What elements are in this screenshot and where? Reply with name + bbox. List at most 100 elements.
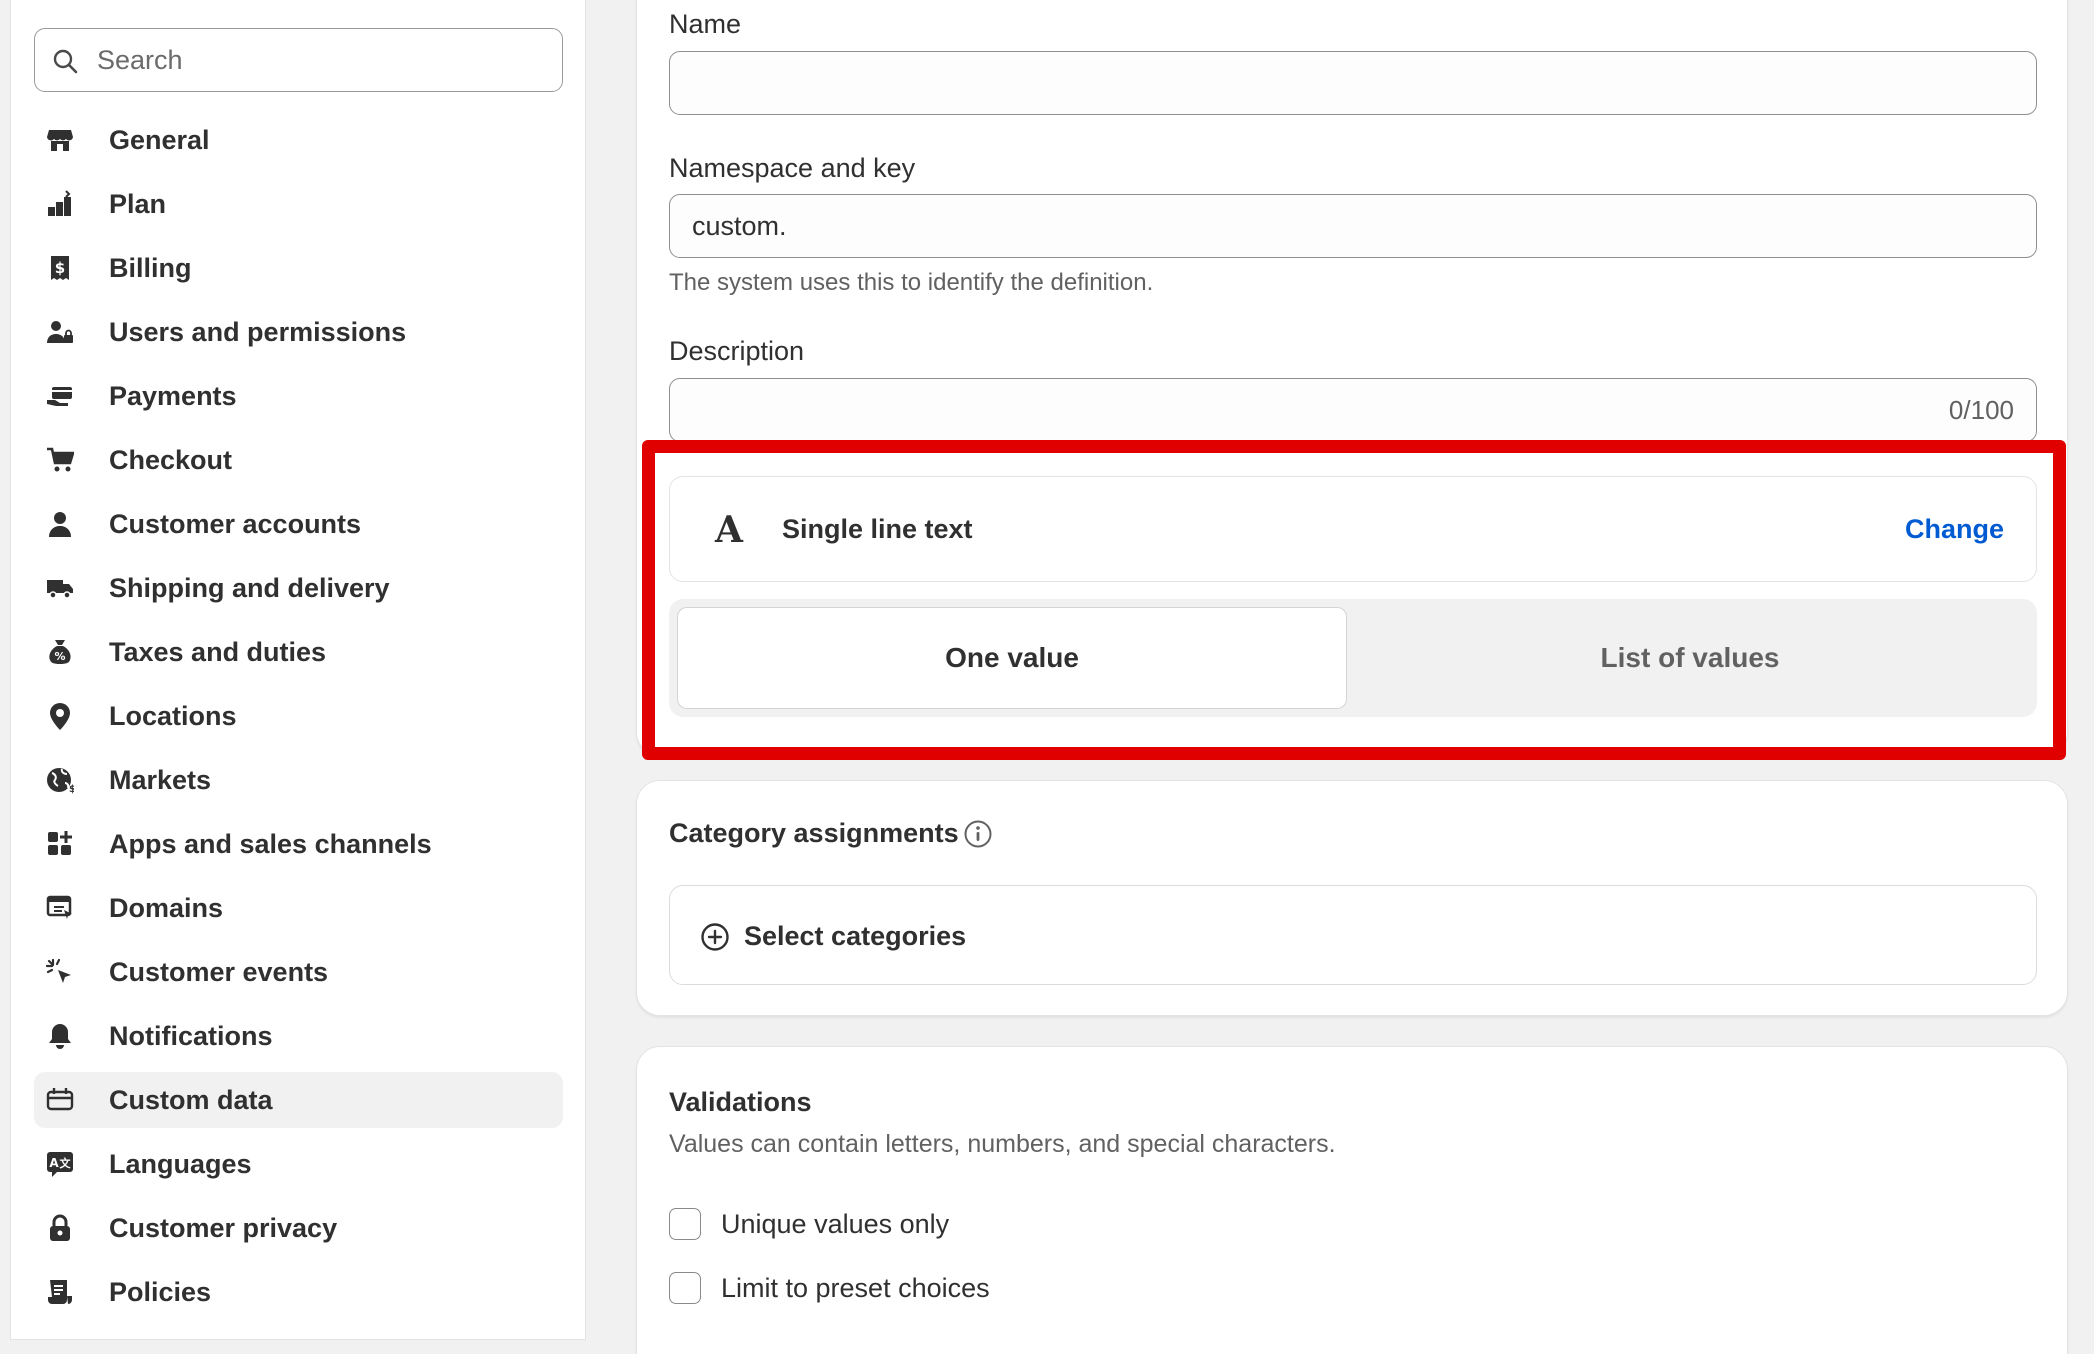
sidebar-item-domains[interactable]: Domains <box>34 880 563 936</box>
language-icon: A 文 <box>47 1152 73 1177</box>
namespace-input[interactable] <box>692 195 1892 257</box>
sidebar-item-payments[interactable]: Payments <box>34 368 563 424</box>
name-label: Name <box>669 9 742 39</box>
sidebar-item-label: Users and permissions <box>109 316 407 347</box>
settings-nav: General Plan $ Billing Users and permiss… <box>34 112 563 1328</box>
category-assignments-title: Category assignments <box>669 818 959 848</box>
preset-choices-label: Limit to preset choices <box>721 1272 990 1303</box>
svg-text:A: A <box>49 1156 59 1170</box>
name-input[interactable] <box>692 52 1892 114</box>
sidebar-item-label: Customer accounts <box>109 508 362 539</box>
validations-description: Values can contain letters, numbers, and… <box>669 1130 1336 1158</box>
description-input[interactable] <box>692 379 1892 441</box>
type-name: Single line text <box>782 514 973 544</box>
sidebar-item-customer-privacy[interactable]: Customer privacy <box>34 1200 563 1256</box>
store-icon <box>47 130 73 151</box>
namespace-help-text: The system uses this to identify the def… <box>669 269 1154 296</box>
sidebar-item-taxes[interactable]: % Taxes and duties <box>34 624 563 680</box>
name-field[interactable] <box>669 51 2037 115</box>
search-input[interactable] <box>97 29 537 91</box>
sidebar-item-label: Plan <box>109 188 167 219</box>
sidebar-item-general[interactable]: General <box>34 112 563 168</box>
globe-icon: $ <box>47 768 74 794</box>
location-pin-icon <box>50 703 70 730</box>
preset-choices-checkbox[interactable] <box>669 1272 701 1304</box>
sidebar-item-languages[interactable]: A 文 Languages <box>34 1136 563 1192</box>
sidebar-item-label: Domains <box>109 892 224 923</box>
description-label: Description <box>669 336 805 366</box>
search-icon <box>53 49 78 74</box>
description-field[interactable]: 0/100 <box>669 378 2037 442</box>
cursor-click-icon <box>46 958 71 983</box>
sidebar-item-customer-events[interactable]: Customer events <box>34 944 563 1000</box>
validations-title: Validations <box>669 1087 812 1117</box>
sidebar-item-billing[interactable]: $ Billing <box>34 240 563 296</box>
info-icon[interactable] <box>963 819 993 849</box>
sidebar-item-label: Notifications <box>109 1020 273 1051</box>
sidebar-item-custom-data[interactable]: Custom data <box>34 1072 563 1128</box>
lock-icon <box>50 1214 70 1241</box>
svg-text:文: 文 <box>60 1156 72 1170</box>
unique-values-option[interactable]: Unique values only <box>669 1207 949 1241</box>
namespace-label: Namespace and key <box>669 153 916 183</box>
sidebar-item-users[interactable]: Users and permissions <box>34 304 563 360</box>
tax-bag-icon: % <box>49 640 71 664</box>
truck-icon <box>47 580 73 599</box>
svg-text:$: $ <box>69 784 74 794</box>
sidebar-item-label: Apps and sales channels <box>109 828 432 859</box>
sidebar-item-customer-accounts[interactable]: Customer accounts <box>34 496 563 552</box>
unique-values-checkbox[interactable] <box>669 1208 701 1240</box>
sidebar-item-locations[interactable]: Locations <box>34 688 563 744</box>
preset-choices-option[interactable]: Limit to preset choices <box>669 1271 990 1305</box>
select-categories-button[interactable]: Select categories <box>669 885 2037 985</box>
sidebar-item-label: Checkout <box>109 444 233 475</box>
definition-card: Name Namespace and key The system uses t… <box>636 0 2068 756</box>
receipt-icon: $ <box>51 256 69 280</box>
users-icon <box>47 321 73 343</box>
value-mode-toggle: One value List of values <box>669 599 2037 717</box>
sidebar-item-label: Taxes and duties <box>109 636 327 667</box>
sidebar-item-label: Languages <box>109 1148 252 1179</box>
bell-icon <box>49 1024 71 1049</box>
plus-circle-icon <box>701 923 729 951</box>
sidebar-item-apps[interactable]: Apps and sales channels <box>34 816 563 872</box>
custom-data-icon <box>46 1088 74 1111</box>
sidebar-item-label: Policies <box>109 1276 212 1307</box>
validations-card: Validations Values can contain letters, … <box>636 1046 2068 1354</box>
person-icon <box>49 512 71 537</box>
sidebar-item-label: Locations <box>109 700 237 731</box>
domains-icon <box>46 895 72 919</box>
settings-sidebar: General Plan $ Billing Users and permiss… <box>10 0 586 1340</box>
sidebar-item-plan[interactable]: Plan <box>34 176 563 232</box>
sidebar-item-label: Shipping and delivery <box>109 572 390 603</box>
sidebar-item-notifications[interactable]: Notifications <box>34 1008 563 1064</box>
payment-hand-icon <box>47 387 72 406</box>
sidebar-item-label: Custom data <box>109 1084 273 1115</box>
cart-icon <box>47 447 74 472</box>
namespace-field[interactable] <box>669 194 2037 258</box>
svg-text:%: % <box>54 650 65 663</box>
sidebar-item-shipping[interactable]: Shipping and delivery <box>34 560 563 616</box>
category-assignments-card: Category assignments Select categories <box>636 780 2068 1016</box>
svg-text:$: $ <box>55 259 65 277</box>
sidebar-item-markets[interactable]: $ Markets <box>34 752 563 808</box>
type-selector: A Single line text Change <box>669 476 2037 582</box>
sidebar-item-label: Billing <box>109 252 192 283</box>
policy-icon <box>48 1280 72 1304</box>
one-value-option[interactable]: One value <box>677 607 1347 709</box>
sidebar-item-label: Customer events <box>109 956 329 987</box>
plan-icon <box>48 190 71 216</box>
sidebar-item-label: Customer privacy <box>109 1212 338 1243</box>
list-of-values-option[interactable]: List of values <box>1355 607 2025 709</box>
sidebar-item-checkout[interactable]: Checkout <box>34 432 563 488</box>
sidebar-item-label: Markets <box>109 764 212 795</box>
unique-values-label: Unique values only <box>721 1208 950 1239</box>
sidebar-item-label: Payments <box>109 380 237 411</box>
change-type-link[interactable]: Change <box>1905 514 2004 545</box>
search-box[interactable] <box>34 28 563 92</box>
text-type-icon: A <box>715 509 743 551</box>
character-counter: 0/100 <box>1948 395 2014 425</box>
sidebar-item-label: General <box>109 124 210 155</box>
apps-icon <box>48 831 72 855</box>
sidebar-item-policies[interactable]: Policies <box>34 1264 563 1320</box>
